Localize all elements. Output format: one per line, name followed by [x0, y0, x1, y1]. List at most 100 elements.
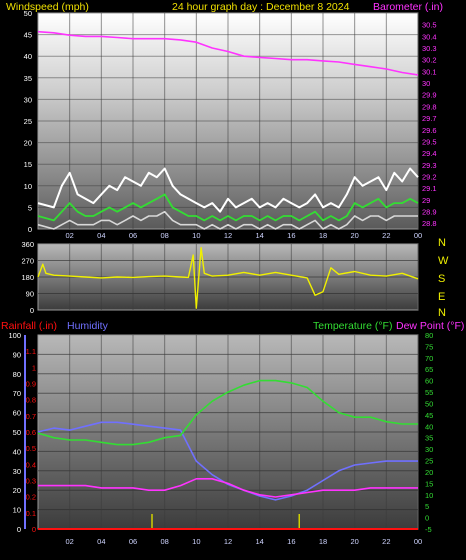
compass-label-e: E	[438, 291, 445, 303]
x-tick-label: 16	[287, 231, 295, 240]
barometer-y-tick-label: 29.3	[422, 161, 437, 170]
compass-label-s: S	[438, 273, 445, 285]
barometer-y-tick-label: 29	[422, 196, 430, 205]
direction-y-tick-label: 180	[21, 273, 34, 282]
rainfall-y-tick-label: 0	[32, 525, 36, 534]
wind-y-tick-label: 45	[24, 31, 32, 40]
x-tick-label: 14	[255, 537, 263, 546]
wind-y-tick-label: 20	[24, 139, 32, 148]
temperature-y-tick-label: 0	[425, 514, 429, 523]
barometer-y-tick-label: 30.4	[422, 32, 437, 41]
barometer-y-tick-label: 30.3	[422, 44, 437, 53]
temperature-y-tick-label: 20	[425, 468, 433, 477]
barometer-y-tick-label: 29.6	[422, 126, 437, 135]
x-tick-label: 04	[97, 231, 105, 240]
x-tick-label: 06	[129, 231, 137, 240]
temperature-y-tick-label: 30	[425, 445, 433, 454]
x-tick-label: 22	[382, 231, 390, 240]
x-tick-label: 22	[382, 537, 390, 546]
humidity-y-tick-label: 80	[13, 370, 21, 379]
x-tick-label: 20	[350, 231, 358, 240]
temperature-y-tick-label: 60	[425, 377, 433, 386]
x-tick-label: 02	[65, 537, 73, 546]
humidity-y-tick-label: 90	[13, 350, 21, 359]
humidity-y-tick-label: 40	[13, 447, 21, 456]
direction-y-tick-label: 270	[21, 257, 34, 266]
humidity-y-tick-label: 30	[13, 467, 21, 476]
wind-y-tick-label: 15	[24, 160, 32, 169]
x-tick-label: 12	[224, 231, 232, 240]
barometer-y-tick-label: 28.9	[422, 207, 437, 216]
barometer-y-tick-label: 30.1	[422, 67, 437, 76]
humidity-y-tick-label: 70	[13, 389, 21, 398]
wind-y-tick-label: 25	[24, 117, 32, 126]
barometer-y-tick-label: 28.8	[422, 219, 437, 228]
wind-y-tick-label: 5	[28, 203, 32, 212]
x-tick-label: 20	[350, 537, 358, 546]
temperature-y-tick-label: 70	[425, 354, 433, 363]
x-tick-label: 16	[287, 537, 295, 546]
rainfall-y-tick-label: 0.6	[26, 428, 36, 437]
temperature-y-tick-label: 40	[425, 422, 433, 431]
weather-chart-canvas: Windspeed (mph) 24 hour graph day : Dece…	[1, 1, 464, 546]
rainfall-y-tick-label: 0.9	[26, 380, 36, 389]
barometer-y-tick-label: 29.7	[422, 114, 437, 123]
wind-y-tick-label: 40	[24, 52, 32, 61]
x-tick-label: 02	[65, 231, 73, 240]
humidity-y-tick-label: 20	[13, 486, 21, 495]
temperature-y-tick-label: 65	[425, 365, 433, 374]
barometer-y-tick-label: 30.2	[422, 56, 437, 65]
x-tick-label: 00	[414, 231, 422, 240]
wind-y-tick-label: 0	[28, 225, 32, 234]
humidity-y-tick-label: 10	[13, 506, 21, 515]
compass-label-n: N	[438, 307, 446, 319]
x-tick-label: 18	[319, 537, 327, 546]
x-tick-label: 04	[97, 537, 105, 546]
temperature-y-tick-label: 15	[425, 479, 433, 488]
barometer-y-tick-label: 30	[422, 79, 430, 88]
x-tick-label: 08	[160, 231, 168, 240]
temperature-axis-title: Temperature (°F)	[313, 320, 392, 332]
temperature-y-tick-label: 75	[425, 342, 433, 351]
humidity-y-tick-label: 0	[17, 525, 21, 534]
temperature-y-tick-label: 45	[425, 411, 433, 420]
direction-y-tick-label: 0	[30, 306, 34, 315]
rainfall-y-tick-label: 0.7	[26, 412, 36, 421]
humidity-y-tick-label: 60	[13, 409, 21, 418]
temperature-y-tick-label: 35	[425, 434, 433, 443]
rainfall-y-tick-label: 1.1	[26, 347, 36, 356]
x-tick-label: 06	[129, 537, 137, 546]
wind-y-tick-label: 35	[24, 74, 32, 83]
temperature-y-tick-label: 5	[425, 502, 429, 511]
temperature-y-tick-label: 10	[425, 491, 433, 500]
weather-graph-page: Windspeed (mph) 24 hour graph day : Dece…	[0, 0, 466, 555]
temperature-y-tick-label: 50	[425, 399, 433, 408]
temperature-y-tick-label: 25	[425, 457, 433, 466]
rainfall-y-tick-label: 1	[32, 363, 36, 372]
barometer-y-tick-label: 29.8	[422, 102, 437, 111]
humidity-axis-title: Humidity	[67, 320, 109, 332]
x-tick-label: 10	[192, 537, 200, 546]
rainfall-y-tick-label: 0.8	[26, 396, 36, 405]
humidity-y-tick-label: 100	[8, 331, 21, 340]
x-tick-label: 10	[192, 231, 200, 240]
temperature-y-tick-label: 55	[425, 388, 433, 397]
chart-title: 24 hour graph day : December 8 2024	[172, 1, 350, 13]
wind-y-tick-label: 30	[24, 95, 32, 104]
x-tick-label: 08	[160, 537, 168, 546]
x-tick-label: 14	[255, 231, 263, 240]
compass-label-w: W	[438, 255, 449, 267]
rainfall-y-tick-label: 0.5	[26, 444, 36, 453]
barometer-y-tick-label: 29.4	[422, 149, 437, 158]
temperature-y-tick-label: 80	[425, 331, 433, 340]
wind-y-tick-label: 50	[24, 9, 32, 18]
barometer-axis-title: Barometer (.in)	[373, 1, 443, 13]
x-tick-label: 18	[319, 231, 327, 240]
barometer-y-tick-label: 29.2	[422, 172, 437, 181]
rainfall-y-tick-label: 0.4	[26, 460, 36, 469]
x-tick-label: 00	[414, 537, 422, 546]
barometer-y-tick-label: 29.1	[422, 184, 437, 193]
x-tick-label: 12	[224, 537, 232, 546]
temperature-y-tick-label: -5	[425, 525, 432, 534]
rainfall-y-tick-label: 0.2	[26, 493, 36, 502]
